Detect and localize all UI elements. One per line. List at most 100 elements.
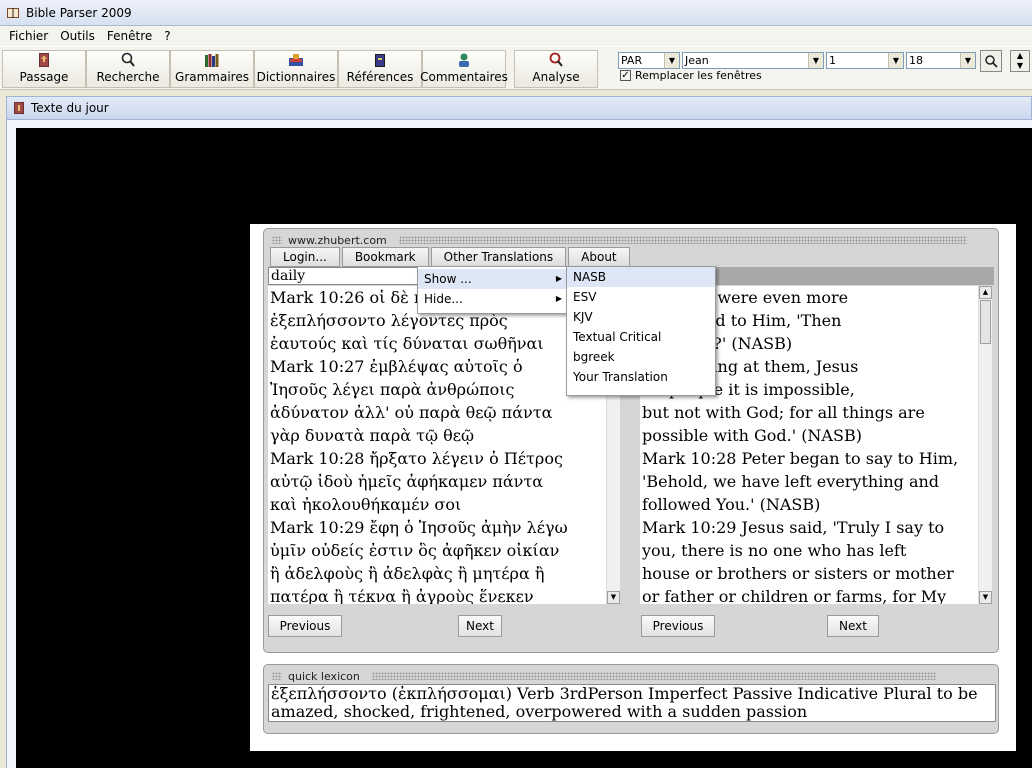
show-menu-item[interactable]: Show ... ▶ — [418, 269, 566, 289]
child-window-header: Texte du jour — [6, 96, 1032, 120]
verse-line: καὶ ἠκολουθήκαμέν σοι — [270, 495, 462, 514]
verse-select-value: 18 — [909, 54, 923, 67]
version-select-value: PAR — [621, 54, 643, 67]
grammaires-label: Grammaires — [175, 70, 249, 84]
menu-help[interactable]: ? — [158, 29, 176, 43]
about-tab[interactable]: About — [568, 247, 630, 267]
translation-menu-item[interactable]: KJV — [567, 307, 715, 327]
verse-line: Mark 10:28 Peter began to say to Him, — [642, 449, 959, 468]
verse-line: πατέρα ἢ τέκνα ἢ ἀγροὺς ἕνεκεν — [270, 587, 534, 604]
chevron-down-icon[interactable]: ▼ — [888, 53, 903, 68]
checkmark-icon[interactable]: ✓ — [620, 70, 631, 81]
chevron-down-icon[interactable]: ▼ — [960, 53, 975, 68]
verse-line: but not with God; for all things are — [642, 403, 925, 422]
lexicon-line: amazed, shocked, frightened, overpowered… — [271, 702, 808, 721]
dictionnaires-label: Dictionnaires — [256, 70, 336, 84]
books-icon — [205, 54, 219, 67]
zoom-spinner[interactable]: ▲ ▼ — [1010, 50, 1030, 72]
english-next-button[interactable]: Next — [827, 615, 879, 637]
analyse-label: Analyse — [532, 70, 580, 84]
translation-menu-item[interactable]: ESV — [567, 287, 715, 307]
verse-select[interactable]: 18 ▼ — [906, 52, 976, 69]
verse-line: 'Behold, we have left everything and — [642, 472, 940, 491]
hide-menu-item[interactable]: Hide... ▶ — [418, 289, 566, 309]
verse-line: ἑαυτούς καὶ τίς δύναται σωθῆναι — [270, 334, 544, 353]
spin-down-icon[interactable]: ▼ — [1011, 61, 1029, 71]
verse-line: ἀδύνατον ἀλλ' οὐ παρὰ θεῷ πάντα — [270, 403, 553, 422]
go-button[interactable] — [980, 50, 1002, 72]
menu-fichier[interactable]: Fichier — [3, 29, 54, 43]
lexicon-content: ἐξεπλήσσοντο (ἐκπλήσσομαι) Verb 3rdPerso… — [268, 684, 996, 722]
bible-app-icon — [14, 102, 24, 114]
child-window-title: Texte du jour — [31, 101, 109, 115]
daily-input[interactable]: daily — [268, 267, 420, 285]
hide-menu-label: Hide... — [424, 292, 463, 306]
bookmark-tab[interactable]: Bookmark — [341, 247, 429, 267]
show-menu-label: Show ... — [424, 272, 472, 286]
verse-line: ὑμῖν οὐδείς ἐστιν ὃς ἀφῆκεν οἰκίαν — [270, 541, 560, 560]
magnifier-icon — [121, 52, 135, 67]
site-domain-header: www.zhubert.com — [272, 233, 387, 247]
toolbar: Passage Recherche Grammaires Dictionnair… — [0, 46, 1032, 90]
submenu-arrow-icon: ▶ — [555, 274, 562, 283]
verse-line: you, there is no one who has left — [642, 541, 907, 560]
passage-label: Passage — [19, 70, 69, 84]
passage-button[interactable]: Passage — [2, 50, 86, 88]
analyse-magnifier-icon — [549, 52, 563, 67]
verse-line: Mark 10:29 Jesus said, 'Truly I say to — [642, 518, 945, 537]
translation-menu-item[interactable]: Your Translation — [567, 367, 715, 387]
chapter-select-value: 1 — [829, 54, 836, 67]
grammaires-button[interactable]: Grammaires — [170, 50, 254, 88]
scroll-thumb[interactable] — [980, 300, 991, 344]
show-submenu: NASB ESV KJV Textual Critical bgreek Your Tra… — [566, 266, 716, 396]
translation-menu-item[interactable]: NASB — [567, 267, 715, 287]
version-select[interactable]: PAR ▼ — [618, 52, 680, 69]
references-button[interactable]: Références — [338, 50, 422, 88]
verse-line: γὰρ δυνατὰ παρὰ τῷ θεῷ — [270, 426, 475, 445]
verse-line: αὐτῷ ἰδοὺ ἡμεῖς ἀφήκαμεν πάντα — [270, 472, 544, 491]
chapter-select[interactable]: 1 ▼ — [826, 52, 904, 69]
bible-app-icon — [7, 7, 19, 18]
other-translations-tab[interactable]: Other Translations — [430, 247, 567, 267]
login-tab[interactable]: Login... — [270, 247, 340, 267]
analyse-button[interactable]: Analyse — [514, 50, 598, 88]
lexicon-title: quick lexicon — [288, 669, 360, 683]
commentaires-label: Commentaires — [420, 70, 508, 84]
translation-menu-item[interactable]: Textual Critical — [567, 327, 715, 347]
english-scrollbar[interactable]: ▲ ▼ — [978, 286, 992, 604]
english-previous-button[interactable]: Previous — [641, 615, 715, 637]
dictionnaires-button[interactable]: Dictionnaires — [254, 50, 338, 88]
verse-line: Ἰησοῦς λέγει παρὰ ἀνθρώποις — [270, 380, 515, 399]
references-label: Références — [346, 70, 414, 84]
grip-handle — [372, 672, 936, 680]
spin-up-icon[interactable]: ▲ — [1011, 51, 1029, 61]
recherche-button[interactable]: Recherche — [86, 50, 170, 88]
verse-line: or father or children or farms, for My — [642, 587, 947, 604]
book-select[interactable]: Jean ▼ — [682, 52, 824, 69]
menu-bar: Fichier Outils Fenêtre ? — [0, 26, 1032, 46]
verse-line: possible with God.' (NASB) — [642, 426, 862, 445]
menu-fenetre[interactable]: Fenêtre — [101, 29, 158, 43]
grip-handle — [272, 236, 282, 244]
verse-line: Mark 10:28 ἤρξατο λέγειν ὁ Πέτρος — [270, 449, 563, 468]
greek-text: Mark 10:26 οἱ δὲ π ἐξεπλήσσοντο λέγοντες … — [268, 286, 608, 604]
greek-next-button[interactable]: Next — [458, 615, 502, 637]
greek-previous-button[interactable]: Previous — [268, 615, 342, 637]
chevron-down-icon[interactable]: ▼ — [664, 53, 679, 68]
commentaires-button[interactable]: Commentaires — [420, 50, 508, 88]
scroll-down-icon[interactable]: ▼ — [607, 591, 620, 604]
scroll-up-icon[interactable]: ▲ — [979, 286, 992, 299]
site-domain: www.zhubert.com — [288, 233, 387, 247]
recherche-label: Recherche — [96, 70, 160, 84]
scroll-down-icon[interactable]: ▼ — [979, 591, 992, 604]
translation-menu-item[interactable]: bgreek — [567, 347, 715, 367]
reference-book-icon — [375, 54, 385, 67]
title-bar: Bible Parser 2009 — [0, 0, 1032, 26]
grip-handle — [272, 672, 282, 680]
verse-line: Mark 10:27 ἐμβλέψας αὐτοῖς ὁ — [270, 357, 523, 376]
submenu-arrow-icon: ▶ — [555, 294, 562, 303]
menu-outils[interactable]: Outils — [54, 29, 101, 43]
replace-windows-checkbox[interactable]: ✓ Remplacer les fenêtres — [620, 69, 762, 82]
chevron-down-icon[interactable]: ▼ — [808, 53, 823, 68]
window-title: Bible Parser 2009 — [26, 5, 132, 20]
